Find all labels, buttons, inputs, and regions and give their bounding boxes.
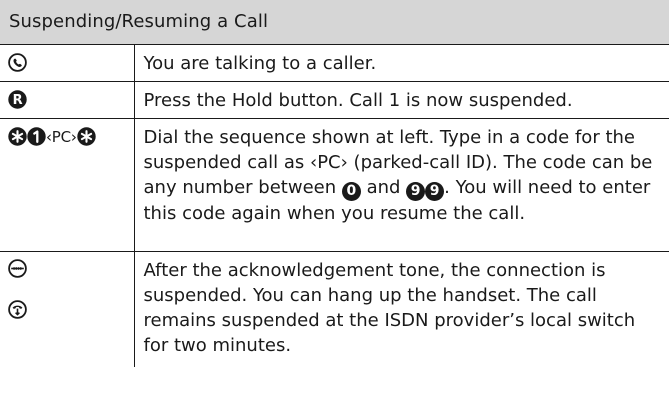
svg-text:R: R [13, 93, 23, 108]
step-text: After the acknowledgement tone, the conn… [134, 251, 669, 367]
document-page: Suspending/Resuming a Call You are talki… [0, 0, 669, 407]
1-key-icon [27, 126, 46, 150]
section-title: Suspending/Resuming a Call [0, 0, 669, 44]
procedure-table: You are talking to a caller. R Press the… [0, 44, 669, 367]
step-icon-cell: ‹PC› [0, 118, 135, 252]
star-key-icon [77, 126, 96, 150]
step-text-part: and [360, 177, 407, 198]
step-text: Dial the sequence shown at left. Type in… [134, 118, 669, 252]
star-key-icon [8, 126, 27, 150]
handset-off-hook-icon [8, 52, 27, 76]
9-key-icon: 9 [425, 182, 445, 201]
procedure-step-talking: You are talking to a caller. [0, 44, 669, 82]
procedure-step-hold: R Press the Hold button. Call 1 is now s… [0, 81, 669, 119]
step-text: Press the Hold button. Call 1 is now sus… [134, 81, 669, 119]
R-key-icon: R [8, 89, 27, 113]
9-key-icon: 9 [406, 182, 426, 201]
procedure-step-dial-code: ‹PC› Dial the sequence shown at left. Ty… [0, 118, 669, 252]
step-icon-cell [0, 251, 135, 367]
step-text: You are talking to a caller. [134, 44, 669, 82]
0-key-icon: 0 [341, 182, 361, 201]
step-icon-cell: R [0, 81, 135, 119]
handset-on-hook-icon [8, 300, 134, 323]
acknowledgement-tone-icon [8, 259, 134, 282]
step-icon-cell [0, 44, 135, 82]
parked-call-id-label: ‹PC› [46, 128, 77, 146]
procedure-step-suspended: After the acknowledgement tone, the conn… [0, 251, 669, 367]
